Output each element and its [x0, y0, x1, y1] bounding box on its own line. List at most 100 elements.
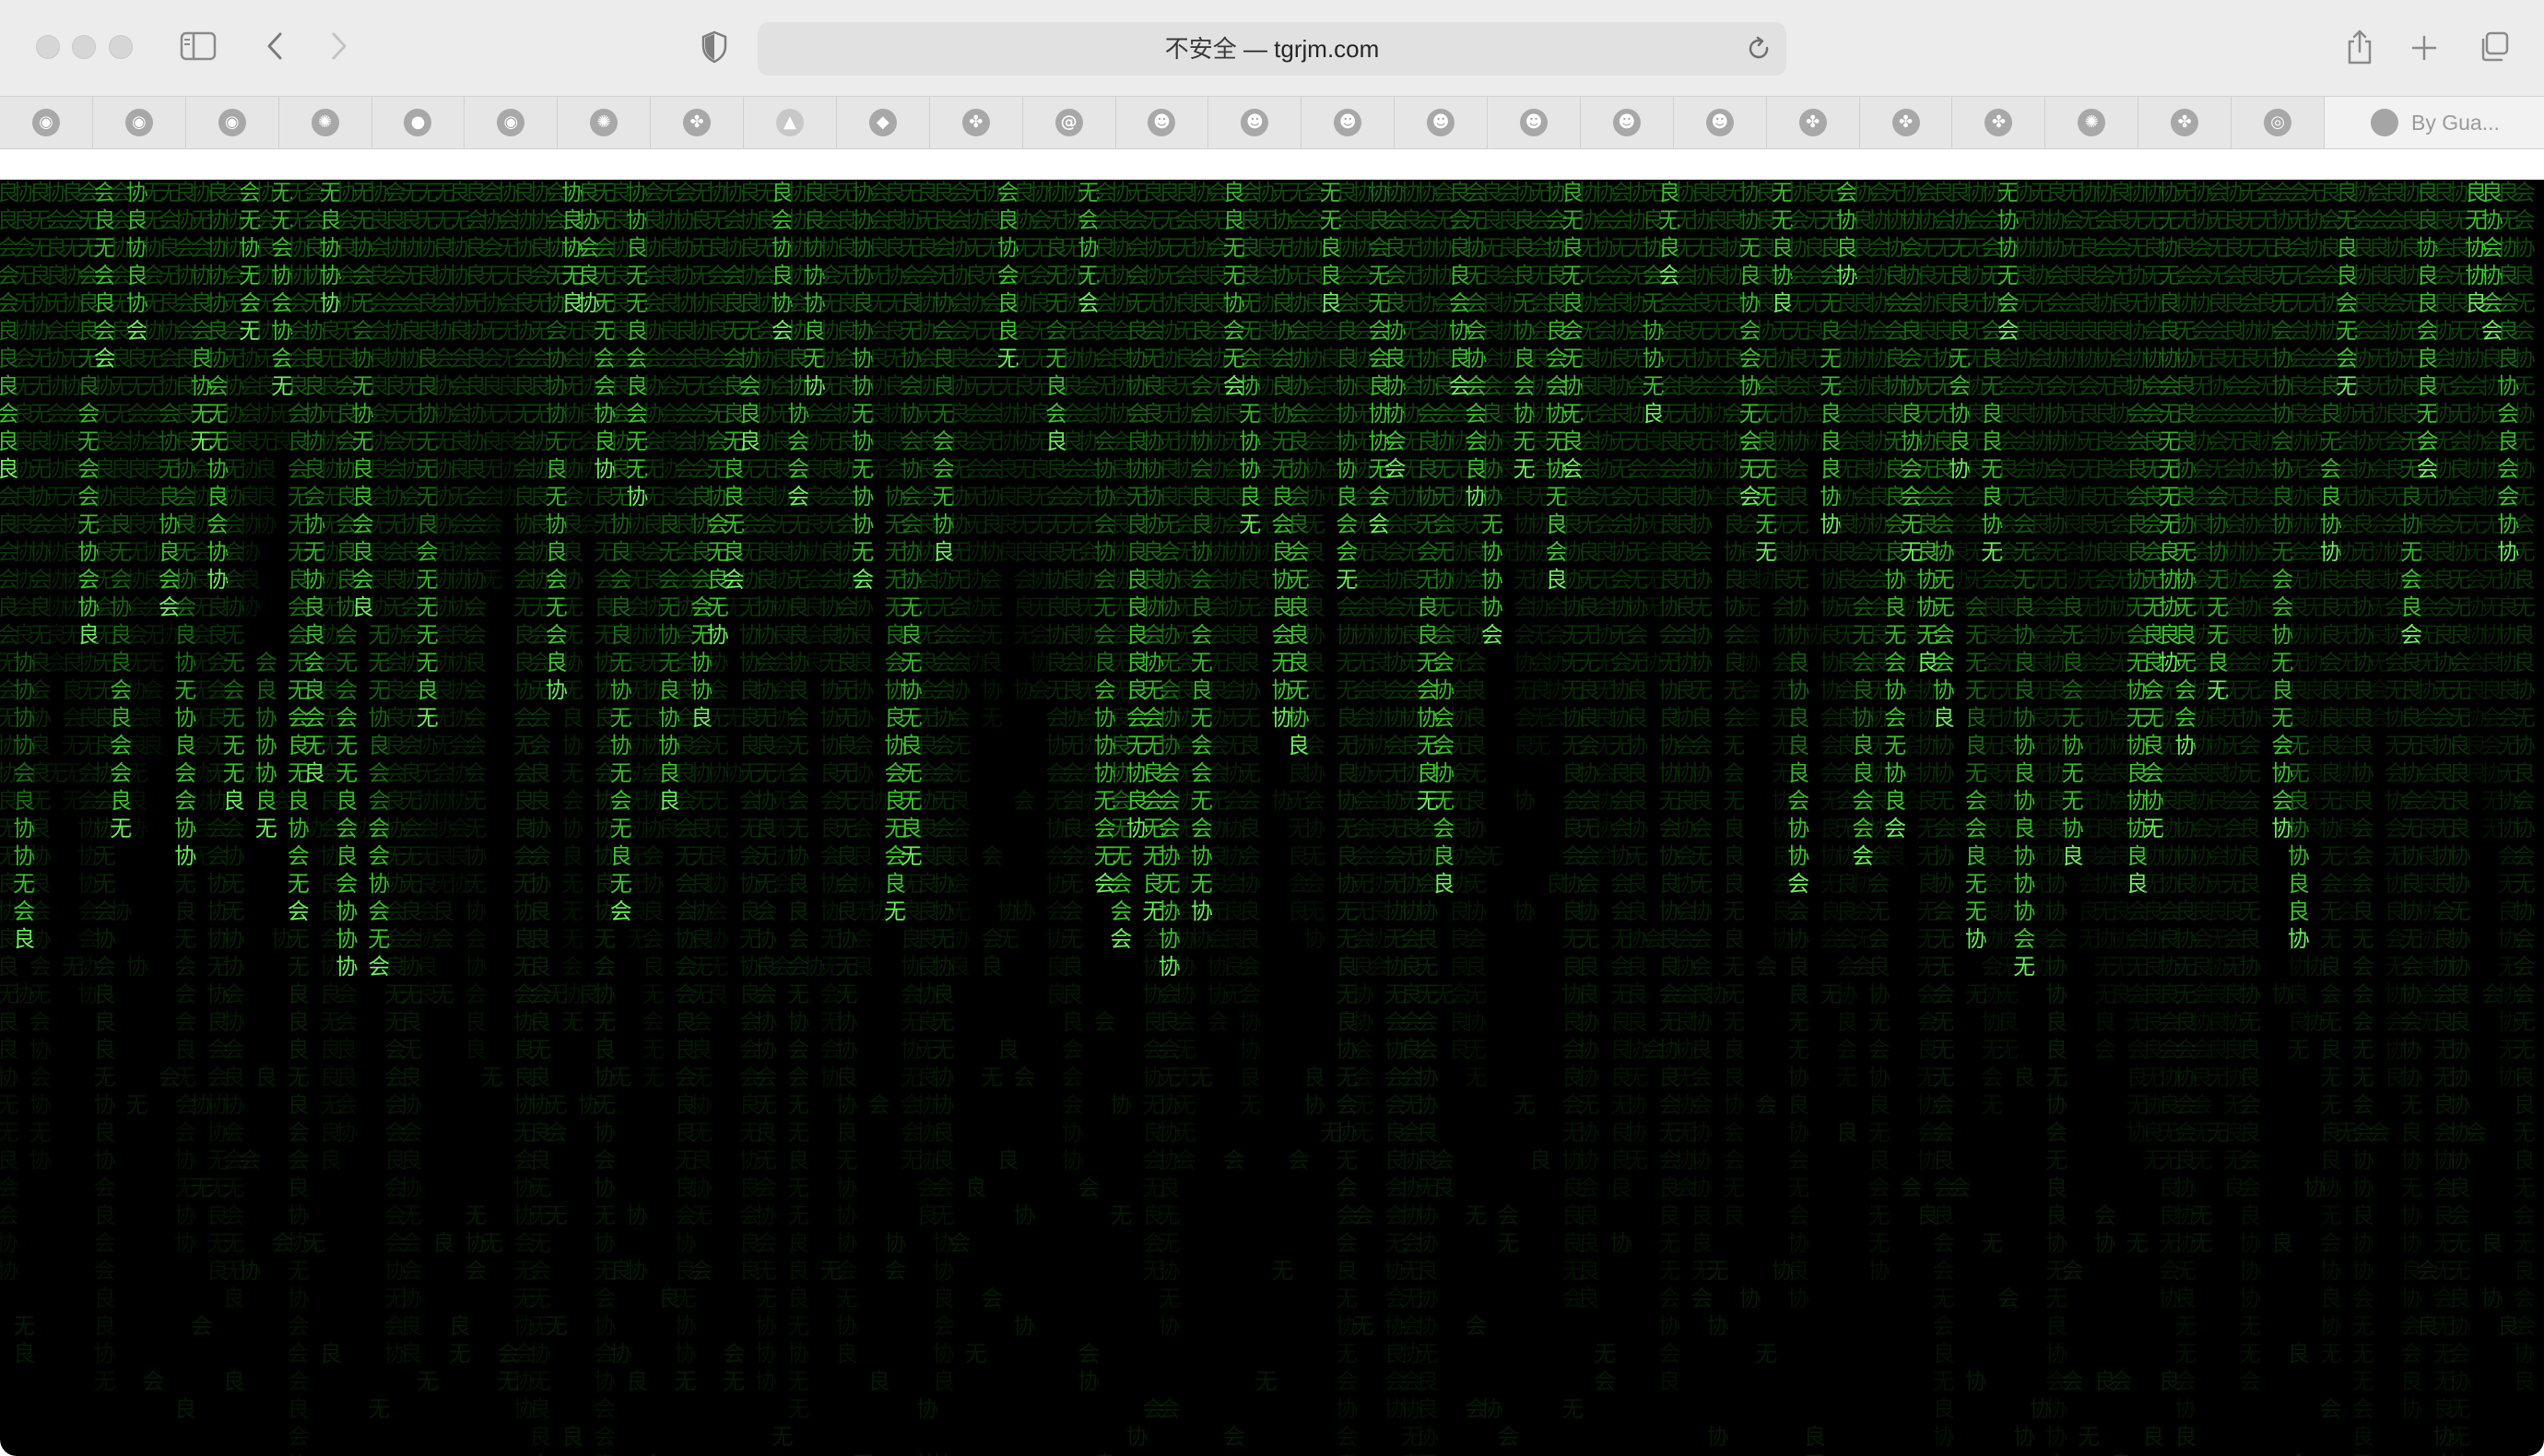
matrix-glyph: 无 — [1239, 760, 1261, 786]
matrix-glyph: 无 — [1739, 594, 1761, 620]
matrix-glyph: 无 — [223, 1230, 245, 1256]
matrix-glyph: 良 — [1690, 788, 1713, 814]
matrix-glyph: 协 — [223, 843, 245, 869]
face-icon: ☻ — [1520, 109, 1549, 136]
tab-16[interactable]: ☻ — [1395, 97, 1489, 148]
matrix-glyph: 良 — [2239, 1203, 2261, 1228]
matrix-glyph: 会 — [1949, 1175, 1971, 1201]
matrix-glyph: 良 — [529, 760, 551, 786]
tab-15[interactable]: ☻ — [1301, 97, 1396, 148]
matrix-glyph: 良 — [336, 788, 358, 814]
matrix-glyph: 会 — [1739, 677, 1761, 703]
privacy-report-button[interactable] — [697, 28, 732, 66]
matrix-glyph: 良 — [2288, 1341, 2310, 1367]
tab-18[interactable]: ☻ — [1581, 97, 1674, 148]
matrix-glyph: 会 — [288, 1368, 310, 1394]
tab-2[interactable]: ◉ — [93, 97, 186, 148]
minimize-window-button[interactable] — [72, 35, 96, 59]
matrix-glyph: 无 — [1303, 677, 1325, 703]
matrix-glyph: 协 — [690, 1092, 713, 1118]
matrix-glyph: 良 — [2352, 733, 2374, 758]
matrix-glyph: 无 — [852, 1451, 874, 1456]
matrix-glyph: 协 — [2094, 1230, 2116, 1256]
matrix-glyph: 协 — [336, 954, 358, 980]
tab-3[interactable]: ◉ — [186, 97, 279, 148]
matrix-glyph: 良 — [1626, 760, 1648, 786]
tab-overview-button[interactable] — [2474, 28, 2513, 66]
matrix-glyph: 协 — [465, 843, 487, 869]
matrix-glyph: 协 — [1690, 511, 1713, 537]
tab-24[interactable]: ✤ — [2138, 97, 2232, 148]
matrix-glyph: 协 — [933, 1064, 955, 1090]
matrix-glyph: 协 — [1787, 1120, 1809, 1145]
matrix-glyph: 良 — [1465, 705, 1487, 731]
share-button[interactable] — [2341, 26, 2378, 68]
matrix-glyph: 协 — [2400, 1286, 2422, 1311]
matrix-glyph: 协 — [1013, 1203, 1035, 1228]
matrix-glyph: 无 — [594, 1092, 616, 1118]
matrix-glyph: 良 — [707, 981, 729, 1007]
matrix-glyph: 无 — [1997, 1037, 2020, 1063]
matrix-glyph: 协 — [755, 1368, 777, 1394]
matrix-glyph: 无 — [1933, 1368, 1955, 1394]
close-window-button[interactable] — [36, 35, 60, 59]
address-bar[interactable]: 不安全 — tgrjm.com — [758, 22, 1786, 76]
matrix-glyph: 良 — [2174, 1424, 2197, 1450]
sidebar-toggle-button[interactable] — [177, 28, 219, 65]
matrix-glyph: 良 — [1578, 1203, 1600, 1228]
tab-8[interactable]: ✤ — [651, 97, 745, 148]
back-button[interactable] — [258, 28, 291, 65]
matrix-glyph: 无 — [1690, 677, 1713, 703]
matrix-glyph: 良 — [948, 843, 971, 869]
forward-button[interactable] — [323, 28, 356, 65]
tab-22[interactable]: ✤ — [1952, 97, 2046, 148]
matrix-glyph: 协 — [852, 760, 874, 786]
tab-25[interactable]: ◎ — [2232, 97, 2325, 148]
tab-6[interactable]: ◉ — [465, 97, 559, 148]
active-tab[interactable]: By Gua... — [2325, 97, 2544, 148]
tab-5[interactable]: ● — [372, 97, 465, 148]
matrix-glyph: 会 — [787, 788, 809, 814]
tab-1[interactable]: ◉ — [0, 97, 93, 148]
matrix-glyph: 会 — [2400, 1341, 2422, 1367]
matrix-glyph: 良 — [787, 1286, 809, 1311]
matrix-glyph: 良 — [755, 1120, 777, 1145]
zoom-window-button[interactable] — [109, 35, 133, 59]
matrix-glyph: 会 — [2320, 1230, 2342, 1256]
matrix-glyph: 会 — [2239, 788, 2261, 814]
matrix-glyph: 会 — [1110, 926, 1132, 952]
tab-14[interactable]: ☻ — [1208, 97, 1302, 148]
tab-7[interactable]: ✺ — [558, 97, 652, 148]
matrix-glyph: 会 — [1497, 1203, 1519, 1228]
tab-19[interactable]: ☻ — [1674, 97, 1767, 148]
matrix-glyph: 协 — [707, 871, 729, 897]
matrix-glyph: 良 — [2400, 1120, 2422, 1145]
tab-20[interactable]: ✤ — [1767, 97, 1860, 148]
tab-17[interactable]: ☻ — [1488, 97, 1581, 148]
tab-13[interactable]: ☻ — [1116, 97, 1209, 148]
tab-10[interactable]: ◆ — [837, 97, 930, 148]
matrix-glyph: 会 — [884, 1258, 906, 1284]
tab-21[interactable]: ✤ — [1860, 97, 1953, 148]
tab-4[interactable]: ✺ — [279, 97, 372, 148]
reload-button[interactable] — [1746, 35, 1773, 63]
matrix-glyph: 良 — [1432, 1175, 1455, 1201]
matrix-glyph: 会 — [1352, 1203, 1374, 1228]
matrix-glyph: 良 — [1690, 1203, 1713, 1228]
matrix-glyph: 良 — [223, 1064, 245, 1090]
tab-12[interactable]: @ — [1023, 97, 1116, 148]
tab-23[interactable]: ✺ — [2045, 97, 2139, 148]
matrix-glyph: 会 — [1013, 788, 1035, 814]
matrix-glyph: 无 — [561, 622, 583, 648]
matrix-glyph: 协 — [2449, 1451, 2471, 1456]
matrix-glyph: 无 — [933, 1037, 955, 1063]
matrix-glyph: 无 — [1690, 594, 1713, 620]
matrix-glyph: 协 — [2400, 1230, 2422, 1256]
matrix-glyph: 会 — [1868, 1037, 1890, 1063]
tab-11[interactable]: ✤ — [930, 97, 1023, 148]
tab-9[interactable]: ▲ — [744, 97, 837, 148]
new-tab-button[interactable] — [2406, 29, 2443, 66]
matrix-glyph: 无 — [1868, 1009, 1890, 1035]
matrix-glyph: 协 — [594, 1368, 616, 1394]
matrix-glyph: 无 — [1110, 1203, 1132, 1228]
